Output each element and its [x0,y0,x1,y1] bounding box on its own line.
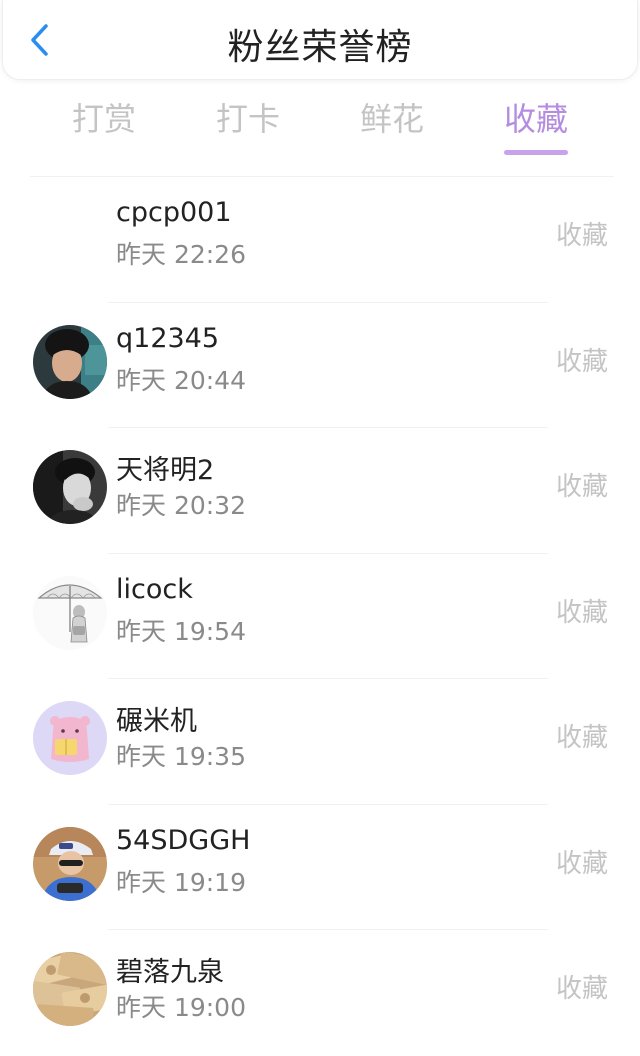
fan-time: 昨天 20:44 [116,365,246,395]
fan-time: 昨天 19:19 [116,867,246,897]
tab-label: 打卡 [215,100,280,138]
list-item[interactable]: 54SDGGH 昨天 19:19 收藏 [0,805,640,930]
fan-list: cpcp001 昨天 22:26 收藏 q12345 昨天 20:44 收藏 天… [0,177,640,1056]
active-tab-indicator [504,150,568,155]
avatar [33,199,107,273]
man-portrait-avatar[interactable] [33,324,107,399]
list-item[interactable]: 碧落九泉 昨天 19:00 收藏 [0,930,640,1056]
tab-label: 鲜花 [359,100,424,138]
fan-time: 昨天 19:35 [116,742,246,771]
tab-xianhua[interactable]: 鲜花 [332,96,452,160]
fan-time: 昨天 22:26 [116,240,246,269]
fan-name: q12345 [116,322,220,354]
fan-time: 昨天 19:54 [116,616,246,646]
fan-name: licock [116,573,193,605]
list-item[interactable]: q12345 昨天 20:44 收藏 [0,303,640,428]
tab-daka[interactable]: 打卡 [188,96,308,160]
list-item[interactable]: 天将明2 昨天 20:32 收藏 [0,428,640,554]
list-item[interactable]: cpcp001 昨天 22:26 收藏 [0,177,640,303]
fan-time: 昨天 20:32 [116,491,246,520]
header-bar: 粉丝荣誉榜 [2,0,638,80]
favorite-action[interactable]: 收藏 [556,466,608,503]
fan-time: 昨天 19:00 [116,993,246,1022]
fan-name: 碾米机 [116,706,197,737]
tab-label: 收藏 [503,100,568,138]
list-item[interactable]: licock 昨天 19:54 收藏 [0,554,640,679]
fan-name: 天将明2 [116,455,215,486]
favorite-action[interactable]: 收藏 [556,843,608,880]
fan-name: 碧落九泉 [116,957,224,988]
favorite-action[interactable]: 收藏 [556,592,608,629]
favorite-action[interactable]: 收藏 [556,968,608,1005]
fan-name: 54SDGGH [116,824,251,856]
fan-name: cpcp001 [116,197,232,228]
monochrome-portrait-avatar[interactable] [33,450,107,524]
umbrella-girl-sketch-avatar[interactable] [33,575,107,650]
favorite-action[interactable]: 收藏 [556,717,608,754]
boy-cap-avatar[interactable] [33,826,107,901]
favorite-action[interactable]: 收藏 [556,341,608,378]
banknotes-avatar[interactable] [33,952,107,1026]
list-item[interactable]: 碾米机 昨天 19:35 收藏 [0,679,640,805]
tab-label: 打赏 [71,100,136,138]
tab-dashang[interactable]: 打赏 [44,96,164,160]
pink-cartoon-avatar[interactable] [33,701,107,775]
page-title: 粉丝荣誉榜 [227,27,413,68]
favorite-action[interactable]: 收藏 [556,215,608,252]
